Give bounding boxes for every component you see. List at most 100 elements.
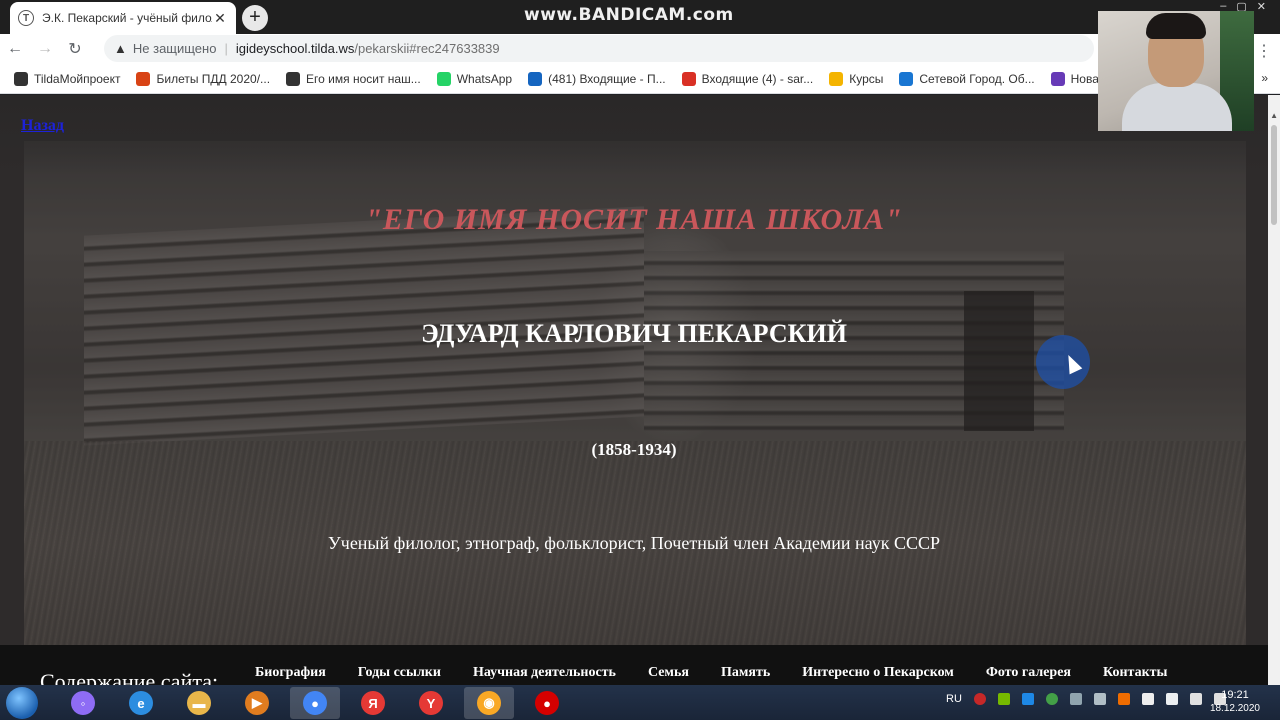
taskbar-app[interactable]: ◉ [464,687,514,719]
site-nav-link[interactable]: Интересно о Пекарском [802,665,954,681]
new-tab-button[interactable]: + [242,5,268,31]
printer-icon[interactable] [1093,693,1106,705]
bookmarks-bar: TildaМойпроект Билеты ПДД 2020/... Его имя… [0,64,1280,94]
web-page: Назад "ЕГО ИМЯ НОСИТ НАША ШКОЛА" ЭДУАРД … [0,95,1280,685]
folder-icon: ▬ [187,691,211,715]
url-host: igideyschool.tilda.ws [235,41,355,56]
bookmark-label: Входящие (4) - sar... [701,71,814,86]
bookmark-label: (481) Входящие - П... [548,71,666,86]
site-nav-link[interactable]: Биография [255,665,326,681]
tilda-icon: T [18,10,34,26]
tools-icon[interactable] [1117,693,1130,705]
security-icon: ◉ [477,691,501,715]
bookmark-item[interactable]: Входящие (4) - sar... [681,71,814,86]
browser-tab[interactable]: T Э.К. Пекарский - учёный филол ✕ [10,2,236,34]
presenter-hair [1146,13,1206,39]
whatsapp-icon [436,71,451,86]
taskbar-app[interactable]: ▶ [232,687,282,719]
windows-taskbar: ◦ e ▬ ▶ ● Я Y ◉ ● RU 19:21 18.12.2020 [0,685,1280,720]
taskbar-app[interactable]: ● [290,687,340,719]
more-bookmarks-icon[interactable]: » [1261,71,1268,85]
close-tab-icon[interactable]: ✕ [212,10,228,27]
classroom-icon [829,71,844,86]
site-nav-link[interactable]: Память [721,665,770,681]
bookmark-item[interactable]: Сетевой Город. Об... [899,71,1035,86]
site-navigation: Содержание сайта: Биография Годы ссылки На… [0,645,1268,685]
bookmark-item[interactable]: Его имя носит наш... [286,71,421,86]
webcam-overlay [1098,11,1254,131]
taskbar-app[interactable]: Я [348,687,398,719]
browser-toolbar: ← → ↻ ▲ Не защищено | igideyschool.tilda… [0,34,1280,64]
bookmark-item[interactable]: Билеты ПДД 2020/... [136,71,271,86]
chrome-icon: ● [303,691,327,715]
taskbar-app[interactable]: Y [406,687,456,719]
address-separator: | [224,41,228,56]
antivirus-icon[interactable] [1045,693,1058,705]
site-nav-link[interactable]: Научная деятельность [473,665,616,681]
bookmark-label: Билеты ПДД 2020/... [156,71,271,86]
site-nav-link[interactable]: Фото галерея [986,665,1071,681]
taskbar-app[interactable]: ◦ [58,687,108,719]
close-window-icon[interactable]: ✕ [1257,0,1266,14]
alice-icon: ◦ [71,691,95,715]
page-scrollbar[interactable]: ▲ [1268,95,1280,685]
network-tool-icon[interactable] [1069,693,1082,705]
site-nav-link[interactable]: Годы ссылки [358,665,441,681]
address-bar[interactable]: ▲ Не защищено | igideyschool.tilda.ws/pe… [104,35,1094,62]
language-indicator[interactable]: RU [946,693,962,705]
system-tray: RU [946,693,1226,705]
warning-icon[interactable]: ▲ [114,41,127,56]
taskbar-app[interactable]: ● [522,687,572,719]
bookmark-label: Сетевой Город. Об... [919,71,1035,86]
bluetooth-icon[interactable] [1021,693,1034,705]
forward-arrow-icon[interactable]: → [30,40,60,58]
back-arrow-icon[interactable]: ← [0,40,30,58]
life-years: (1858-1934) [591,440,677,459]
bookmark-item[interactable]: (481) Входящие - П... [528,71,666,86]
presenter-body [1122,83,1232,131]
browser-menu-icon[interactable]: ⋮ [1256,41,1272,61]
windows-start-icon[interactable] [6,687,38,719]
back-link[interactable]: Назад [21,117,64,135]
system-clock[interactable]: 19:21 18.12.2020 [1210,688,1260,716]
scroll-up-icon[interactable]: ▲ [1270,111,1278,120]
record-icon[interactable] [973,693,986,705]
bookmark-item[interactable]: TildaМойпроект [14,71,121,86]
scrollbar-thumb[interactable] [1271,125,1277,225]
bookmark-label: TildaМойпроект [34,71,121,86]
page-tagline: "ЕГО ИМЯ НОСИТ НАША ШКОЛА" [365,203,903,236]
reload-icon[interactable]: ↻ [60,39,90,59]
mail-icon [528,71,543,86]
yandex-icon: Я [361,691,385,715]
site-nav-links: Биография Годы ссылки Научная деятельность… [255,665,1167,681]
bookmark-label: Курсы [849,71,884,86]
clock-time: 19:21 [1221,689,1249,701]
page-subtitle: Ученый филолог, этнограф, фольклорист, П… [328,533,940,553]
signal-icon[interactable] [1165,693,1178,705]
tab-title: Э.К. Пекарский - учёный филол [42,11,212,25]
tilda-icon [286,71,301,86]
school-icon [899,71,914,86]
tilda-icon [14,71,28,86]
url-path: /pekarskii#rec247633839 [354,41,500,56]
battery-icon[interactable] [1189,693,1202,705]
taskbar-app[interactable]: ▬ [174,687,224,719]
bandicam-icon: ● [535,691,559,715]
forms-icon [1050,71,1065,86]
page-top-shade [0,95,1268,175]
bookmark-label: WhatsApp [456,71,513,86]
ie-icon: e [129,691,153,715]
browser-titlebar: T Э.К. Пекарский - учёный филол ✕ + www.… [0,0,1280,34]
site-nav-link[interactable]: Контакты [1103,665,1167,681]
bookmark-item[interactable]: Курсы [829,71,884,86]
nvidia-icon[interactable] [997,693,1010,705]
bandicam-watermark: www.BANDICAM.com [524,5,734,25]
taskbar-app[interactable]: e [116,687,166,719]
site-nav-link[interactable]: Семья [648,665,689,681]
traffic-icon [136,71,151,86]
clock-date: 18.12.2020 [1209,703,1260,714]
bookmark-item[interactable]: WhatsApp [436,71,513,86]
media-player-icon: ▶ [245,691,269,715]
security-status[interactable]: Не защищено [133,41,217,56]
flag-icon[interactable] [1141,693,1154,705]
